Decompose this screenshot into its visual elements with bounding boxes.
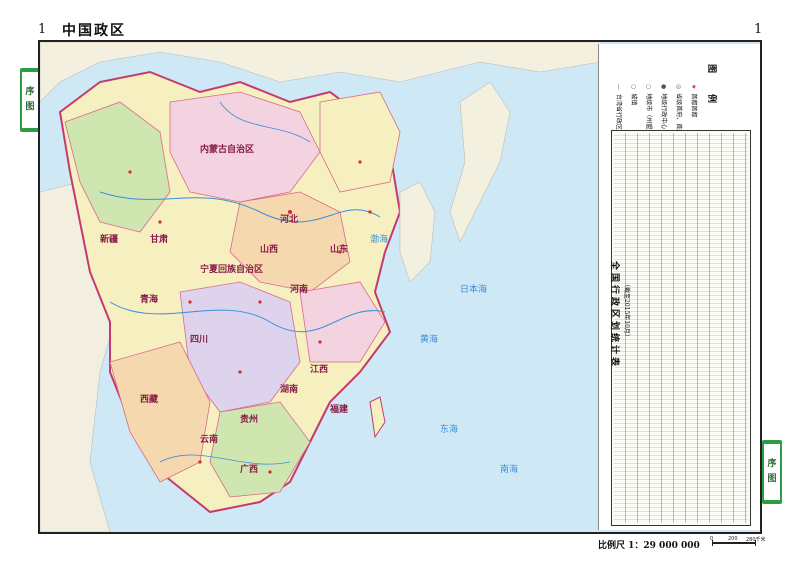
scale-label: 比例尺 1：29 000 000	[598, 541, 700, 551]
legend-symbol: ○	[630, 84, 637, 90]
left-index-tab[interactable]: 序 图	[20, 68, 40, 132]
scale-tick-2: 280千米	[746, 537, 766, 543]
map-frame[interactable]: 日本海 黄海 东海 南海 渤海 内蒙古自治区 宁夏回族自治区 甘肃 青海 四川 …	[38, 40, 762, 534]
sea-label-4: 渤海	[370, 233, 388, 244]
sea-label-group: 日本海 黄海 东海 南海 渤海	[370, 233, 518, 474]
scale-tick-0: 0	[710, 536, 714, 542]
region-label-12: 福建	[329, 403, 349, 414]
legend-item: ★ 首都首都	[690, 84, 699, 117]
sea-label-3: 南海	[500, 463, 518, 474]
legend-label: 首都首都	[690, 93, 697, 118]
region-label-8: 广西	[240, 463, 258, 474]
region-label-4: 四川	[190, 334, 208, 344]
legend-panel: 图 例 ★首都首都◎省级首府、首府●地级行政中心○地级市（州盟直辖县级市）○城镇…	[598, 44, 760, 530]
stats-title: 全国行政区划统计表	[609, 261, 619, 370]
land-japan	[449, 81, 511, 243]
region-label-7: 云南	[200, 433, 218, 444]
sea-label-2: 东海	[440, 423, 458, 434]
scale-tick-1: 200	[728, 536, 738, 542]
legend-symbol: ○	[645, 84, 652, 90]
region-label-0: 内蒙古自治区	[200, 143, 254, 154]
sea-label-1: 黄海	[420, 333, 438, 344]
right-page-number: 1	[754, 22, 763, 37]
stats-table-rows	[614, 133, 748, 523]
stats-table: 全国行政区划统计表 （截至2015年10月）	[609, 130, 751, 526]
land-korea	[399, 181, 436, 283]
legend-item: ○ 城镇	[630, 84, 639, 105]
right-tab-char-2: 图	[767, 474, 777, 484]
region-label-13: 河北	[280, 213, 298, 224]
region-label-16: 河南	[290, 283, 308, 294]
left-tab-char-2: 图	[25, 102, 35, 112]
sea-label-0: 日本海	[460, 283, 487, 294]
legend-title: 图 例	[706, 64, 716, 110]
region-label-11: 江西	[310, 363, 328, 374]
legend-label: 地级行政中心	[660, 93, 667, 130]
legend-label: 省级首府、首府	[675, 93, 682, 136]
region-label-6: 西藏	[140, 393, 158, 404]
region-label-1: 宁夏回族自治区	[200, 263, 263, 274]
region-label-14: 山西	[260, 243, 278, 254]
region-label-9: 贵州	[240, 413, 258, 424]
legend-symbol: ●	[660, 84, 667, 90]
left-page-number: 1	[38, 22, 47, 37]
page-title: 中国政区	[62, 23, 126, 39]
left-tab-char-1: 序	[25, 87, 35, 97]
legend-symbol: ◎	[675, 84, 682, 90]
region-label-2: 甘肃	[150, 233, 168, 244]
legend-symbol: —	[615, 84, 622, 90]
right-index-tab[interactable]: 序 图	[762, 440, 782, 504]
region-label-10: 湖南	[280, 383, 298, 394]
legend-symbol: ★	[690, 84, 697, 90]
legend-item: ● 地级行政中心	[660, 84, 669, 129]
region-label-5: 新疆	[100, 233, 118, 244]
legend-item: ◎ 省级首府、首府	[675, 84, 684, 135]
stats-subtitle: （截至2015年10月）	[623, 281, 630, 340]
region-label-3: 青海	[140, 293, 158, 304]
legend-label: 城镇	[630, 93, 637, 106]
land-taiwan	[369, 396, 386, 439]
right-tab-char-1: 序	[767, 459, 777, 469]
